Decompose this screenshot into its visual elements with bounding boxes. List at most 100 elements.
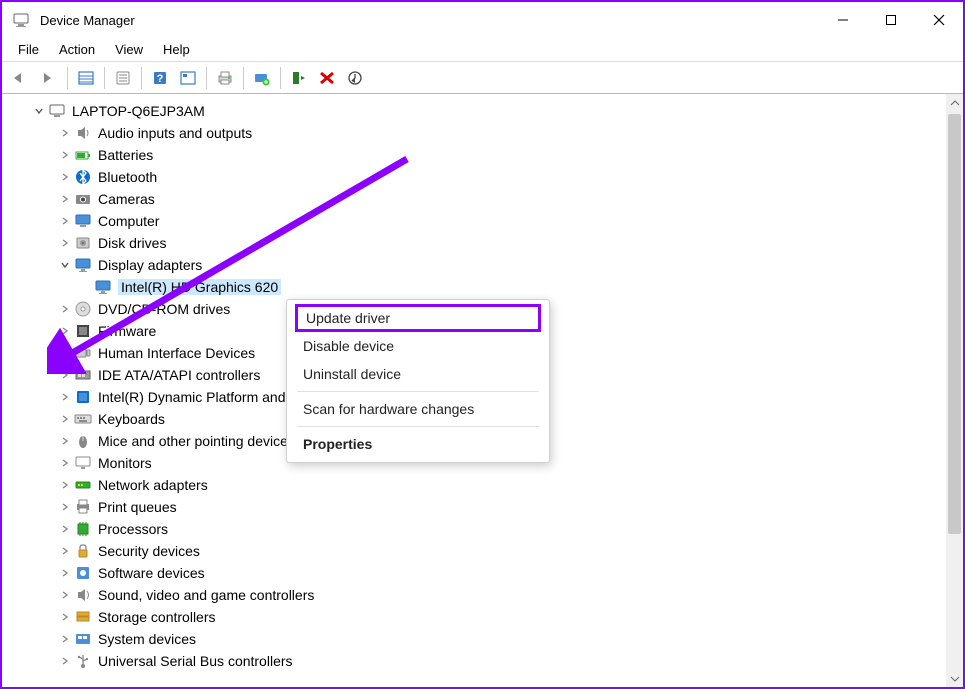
tree-item-bluetooth[interactable]: Bluetooth [10, 166, 963, 188]
tree-label: Disk drives [98, 235, 166, 251]
vertical-scrollbar[interactable] [946, 94, 963, 687]
scroll-down-button[interactable] [946, 670, 963, 687]
chevron-right-icon[interactable] [58, 324, 72, 338]
tree-item-camera[interactable]: Cameras [10, 188, 963, 210]
properties-button[interactable] [110, 65, 136, 91]
tree-item-storage[interactable]: Storage controllers [10, 606, 963, 628]
chevron-right-icon[interactable] [58, 346, 72, 360]
menu-uninstall-device[interactable]: Uninstall device [287, 360, 549, 388]
chevron-right-icon[interactable] [58, 544, 72, 558]
menu-file[interactable]: File [8, 40, 49, 59]
tree-child-display[interactable]: Intel(R) HD Graphics 620 [10, 276, 963, 298]
tree-label: Monitors [98, 455, 152, 471]
tree-item-usb[interactable]: Universal Serial Bus controllers [10, 650, 963, 672]
chevron-down-icon[interactable] [58, 258, 72, 272]
forward-button[interactable] [36, 65, 62, 91]
tree-label: Universal Serial Bus controllers [98, 653, 293, 669]
tree-item-printer[interactable]: Print queues [10, 496, 963, 518]
dvd-icon [74, 300, 92, 318]
tree-item-processor[interactable]: Processors [10, 518, 963, 540]
enable-device-button[interactable] [286, 65, 312, 91]
chevron-right-icon[interactable] [58, 588, 72, 602]
chevron-right-icon[interactable] [58, 434, 72, 448]
tree-label: Print queues [98, 499, 177, 515]
computer-icon [74, 212, 92, 230]
scrollbar-thumb[interactable] [948, 114, 961, 534]
close-button[interactable] [915, 2, 963, 38]
tree-label: Software devices [98, 565, 205, 581]
camera-icon [74, 190, 92, 208]
tree-item-software[interactable]: Software devices [10, 562, 963, 584]
tree-label: System devices [98, 631, 196, 647]
tree-item-display[interactable]: Display adapters [10, 254, 963, 276]
back-button[interactable] [8, 65, 34, 91]
chevron-right-icon[interactable] [58, 478, 72, 492]
tree-item-disk[interactable]: Disk drives [10, 232, 963, 254]
menu-properties[interactable]: Properties [287, 430, 549, 458]
chevron-right-icon[interactable] [58, 456, 72, 470]
chevron-right-icon[interactable] [58, 126, 72, 140]
menu-disable-device[interactable]: Disable device [287, 332, 549, 360]
computer-icon [48, 102, 66, 120]
menu-separator [297, 391, 539, 392]
scroll-up-button[interactable] [946, 94, 963, 111]
tree-item-audio[interactable]: Audio inputs and outputs [10, 122, 963, 144]
mouse-icon [74, 432, 92, 450]
chevron-right-icon[interactable] [58, 566, 72, 580]
menu-help[interactable]: Help [153, 40, 200, 59]
chevron-right-icon[interactable] [58, 170, 72, 184]
chevron-right-icon[interactable] [58, 412, 72, 426]
print-button[interactable] [212, 65, 238, 91]
action-button[interactable] [175, 65, 201, 91]
tree-label: Firmware [98, 323, 156, 339]
processor-icon [74, 520, 92, 538]
tree-item-battery[interactable]: Batteries [10, 144, 963, 166]
toolbar-separator [280, 67, 281, 89]
chevron-right-icon[interactable] [58, 236, 72, 250]
tree-item-security[interactable]: Security devices [10, 540, 963, 562]
tree-label: Audio inputs and outputs [98, 125, 252, 141]
help-button[interactable]: ? [147, 65, 173, 91]
tree-label: Security devices [98, 543, 200, 559]
tree-label: Cameras [98, 191, 155, 207]
chevron-right-icon[interactable] [58, 214, 72, 228]
chevron-right-icon[interactable] [58, 368, 72, 382]
menubar: File Action View Help [2, 38, 963, 62]
chevron-right-icon[interactable] [58, 192, 72, 206]
chevron-right-icon[interactable] [58, 654, 72, 668]
show-hide-button[interactable] [73, 65, 99, 91]
maximize-button[interactable] [867, 2, 915, 38]
monitor-icon [74, 454, 92, 472]
tree-item-computer[interactable]: Computer [10, 210, 963, 232]
chevron-right-icon[interactable] [58, 522, 72, 536]
toolbar-separator [243, 67, 244, 89]
chevron-down-icon[interactable] [32, 104, 46, 118]
chevron-right-icon[interactable] [58, 302, 72, 316]
tree-item-sound[interactable]: Sound, video and game controllers [10, 584, 963, 606]
tree-label: Human Interface Devices [98, 345, 255, 361]
tree-item-system[interactable]: System devices [10, 628, 963, 650]
chevron-right-icon[interactable] [58, 500, 72, 514]
uninstall-button[interactable] [314, 65, 340, 91]
menu-scan-hardware[interactable]: Scan for hardware changes [287, 395, 549, 423]
disk-icon [74, 234, 92, 252]
sound-icon [74, 586, 92, 604]
tree-label: Processors [98, 521, 168, 537]
printer-icon [74, 498, 92, 516]
tree-root[interactable]: LAPTOP-Q6EJP3AM [10, 100, 963, 122]
menu-separator [297, 426, 539, 427]
menu-view[interactable]: View [105, 40, 153, 59]
content-area: LAPTOP-Q6EJP3AM Audio inputs and outputs B… [2, 94, 963, 687]
update-driver-button[interactable] [249, 65, 275, 91]
toolbar-separator [141, 67, 142, 89]
chevron-right-icon[interactable] [58, 148, 72, 162]
titlebar: Device Manager [2, 2, 963, 38]
tree-item-network[interactable]: Network adapters [10, 474, 963, 496]
chevron-right-icon[interactable] [58, 390, 72, 404]
menu-action[interactable]: Action [49, 40, 105, 59]
minimize-button[interactable] [819, 2, 867, 38]
menu-update-driver[interactable]: Update driver [295, 304, 541, 332]
scan-hardware-button[interactable] [342, 65, 368, 91]
chevron-right-icon[interactable] [58, 610, 72, 624]
chevron-right-icon[interactable] [58, 632, 72, 646]
